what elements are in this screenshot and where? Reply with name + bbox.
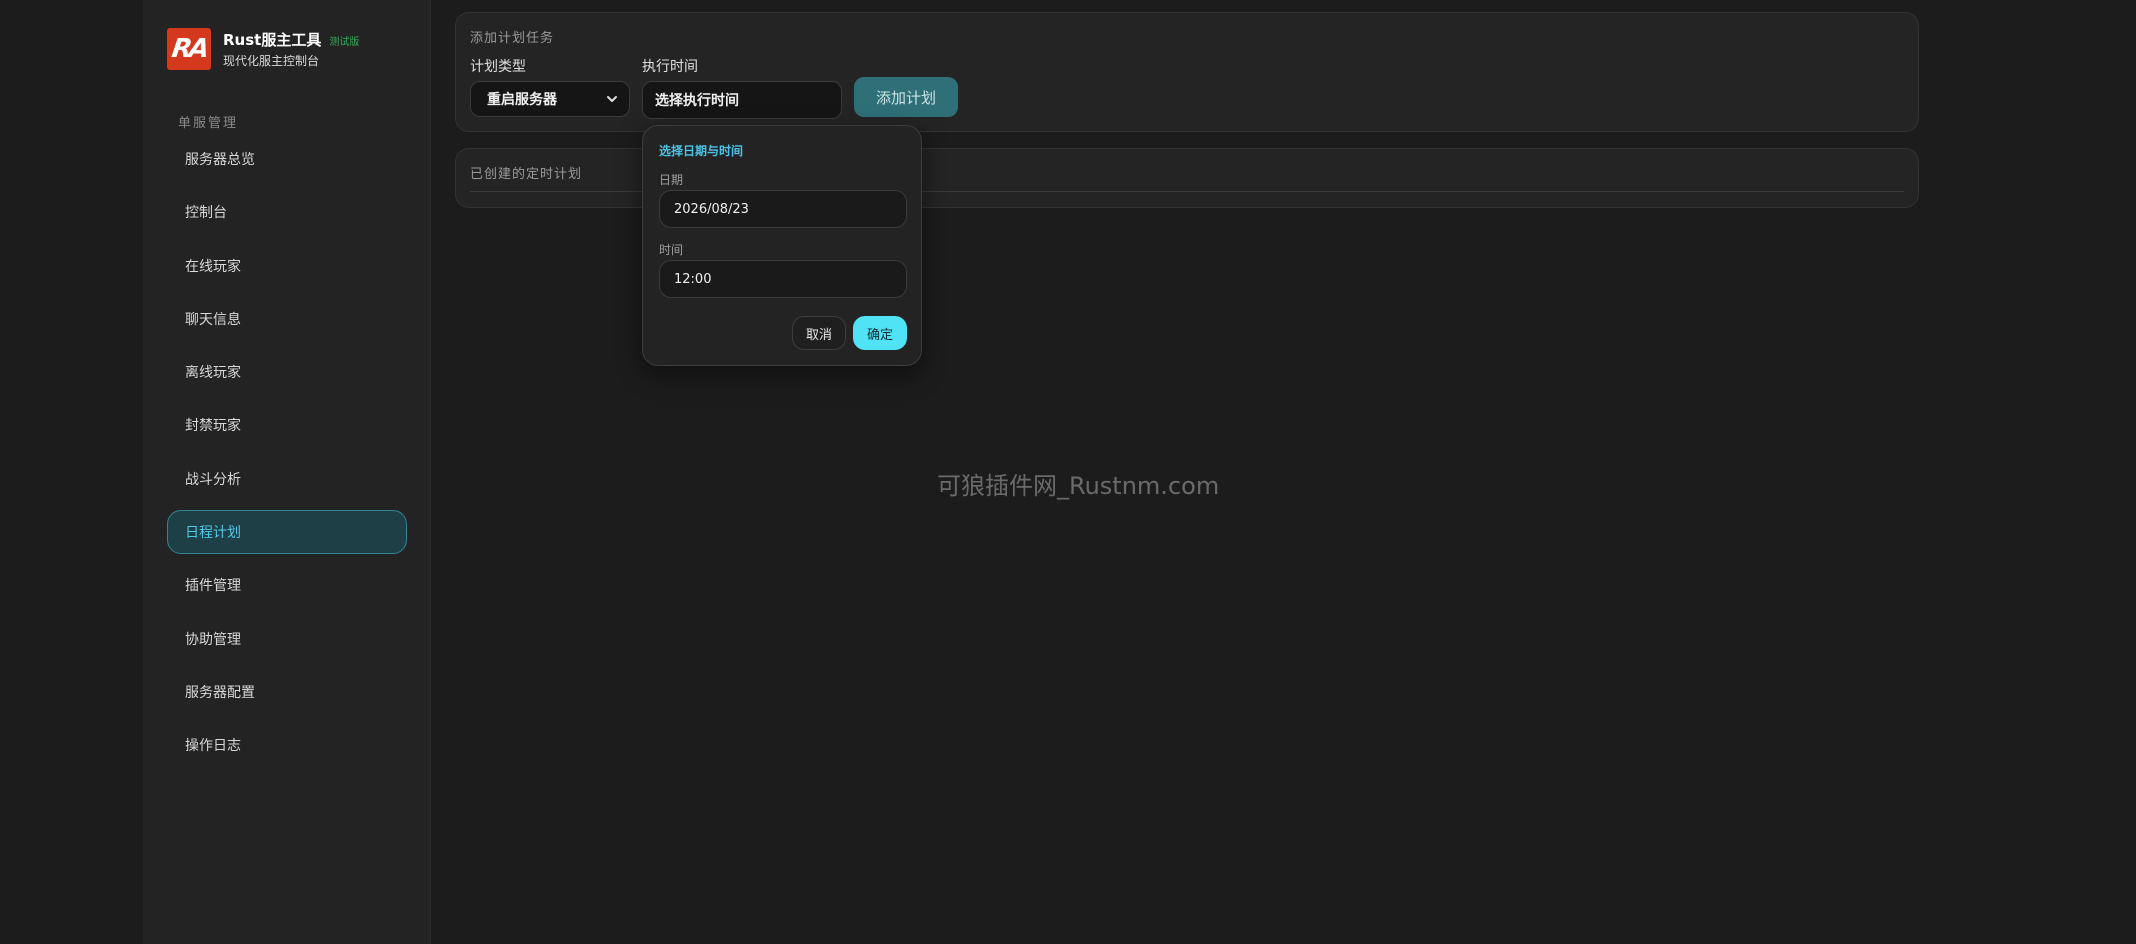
- sidebar-item-combat-analysis[interactable]: 战斗分析: [167, 457, 407, 501]
- sidebar-item-label: 操作日志: [185, 738, 241, 755]
- confirm-button[interactable]: 确定: [853, 316, 907, 350]
- watermark: 可狼插件网_Rustnm.com: [937, 472, 1220, 500]
- sidebar-item-label: 聊天信息: [185, 311, 241, 328]
- add-task-title: 添加计划任务: [470, 31, 555, 46]
- date-input[interactable]: 2026/08/23: [659, 190, 907, 228]
- sidebar-item-logs[interactable]: 操作日志: [167, 723, 407, 767]
- task-type-select[interactable]: 重启服务器: [470, 81, 630, 117]
- logo: RA: [167, 28, 211, 70]
- time-input[interactable]: 12:00: [659, 260, 907, 298]
- sidebar-item-label: 战斗分析: [185, 471, 241, 488]
- add-plan-button[interactable]: 添加计划: [854, 77, 958, 117]
- chevron-down-icon: [607, 96, 617, 102]
- brand-text: Rust服主工具 测试版 现代化服主控制台: [223, 29, 359, 69]
- nav-group-label: 单服管理: [178, 116, 239, 131]
- sidebar-item-overview[interactable]: 服务器总览: [167, 137, 407, 181]
- sidebar-item-online-players[interactable]: 在线玩家: [167, 244, 407, 288]
- sidebar-item-label: 控制台: [185, 205, 227, 222]
- task-type-value: 重启服务器: [487, 92, 557, 108]
- type-label: 计划类型: [470, 59, 526, 75]
- sidebar-item-schedule[interactable]: 日程计划: [167, 510, 407, 555]
- sidebar-item-chat[interactable]: 聊天信息: [167, 297, 407, 341]
- sidebar-item-server-config[interactable]: 服务器配置: [167, 670, 407, 714]
- picker-title: 选择日期与时间: [659, 144, 744, 158]
- add-task-card: 添加计划任务 计划类型 执行时间 重启服务器 选择执行时间 添加计划: [455, 12, 1919, 132]
- sidebar-item-console[interactable]: 控制台: [167, 190, 407, 234]
- logo-mark: RA: [169, 34, 209, 64]
- sidebar-item-assist[interactable]: 协助管理: [167, 617, 407, 661]
- date-value: 2026/08/23: [674, 201, 749, 217]
- task-list-title: 已创建的定时计划: [470, 167, 583, 182]
- time-label: 执行时间: [642, 59, 698, 75]
- version-badge: 测试版: [329, 37, 360, 48]
- sidebar-item-offline-players[interactable]: 离线玩家: [167, 350, 407, 394]
- cancel-button[interactable]: 取消: [792, 316, 846, 350]
- execution-time-value: 选择执行时间: [655, 93, 739, 109]
- sidebar-item-label: 封禁玩家: [185, 418, 241, 435]
- sidebar-item-label: 服务器配置: [185, 684, 255, 701]
- sidebar-item-label: 离线玩家: [185, 365, 241, 382]
- sidebar: RA Rust服主工具 测试版 现代化服主控制台 单服管理 服务器总览 控制台 …: [143, 0, 431, 944]
- brand: RA Rust服主工具 测试版 现代化服主控制台: [167, 28, 359, 70]
- time-label-picker: 时间: [659, 243, 684, 257]
- date-label: 日期: [659, 173, 684, 187]
- execution-time-input[interactable]: 选择执行时间: [642, 81, 842, 119]
- sidebar-item-label: 插件管理: [185, 578, 241, 595]
- sidebar-item-banned-players[interactable]: 封禁玩家: [167, 403, 407, 447]
- sidebar-item-plugins[interactable]: 插件管理: [167, 563, 407, 607]
- sidebar-nav: 服务器总览 控制台 在线玩家 聊天信息 离线玩家 封禁玩家 战斗分析 日程计划 …: [167, 137, 407, 777]
- app-subtitle: 现代化服主控制台: [223, 54, 320, 68]
- sidebar-item-label: 服务器总览: [185, 152, 255, 168]
- sidebar-item-label: 协助管理: [185, 631, 241, 648]
- sidebar-item-label: 日程计划: [185, 525, 241, 542]
- app-title: Rust服主工具: [223, 31, 322, 49]
- time-value: 12:00: [674, 271, 712, 287]
- brand-title-row: Rust服主工具 测试版: [223, 29, 359, 50]
- sidebar-item-label: 在线玩家: [185, 258, 241, 275]
- datetime-picker-popup: 选择日期与时间 日期 2026/08/23 时间 12:00 取消 确定: [642, 125, 922, 366]
